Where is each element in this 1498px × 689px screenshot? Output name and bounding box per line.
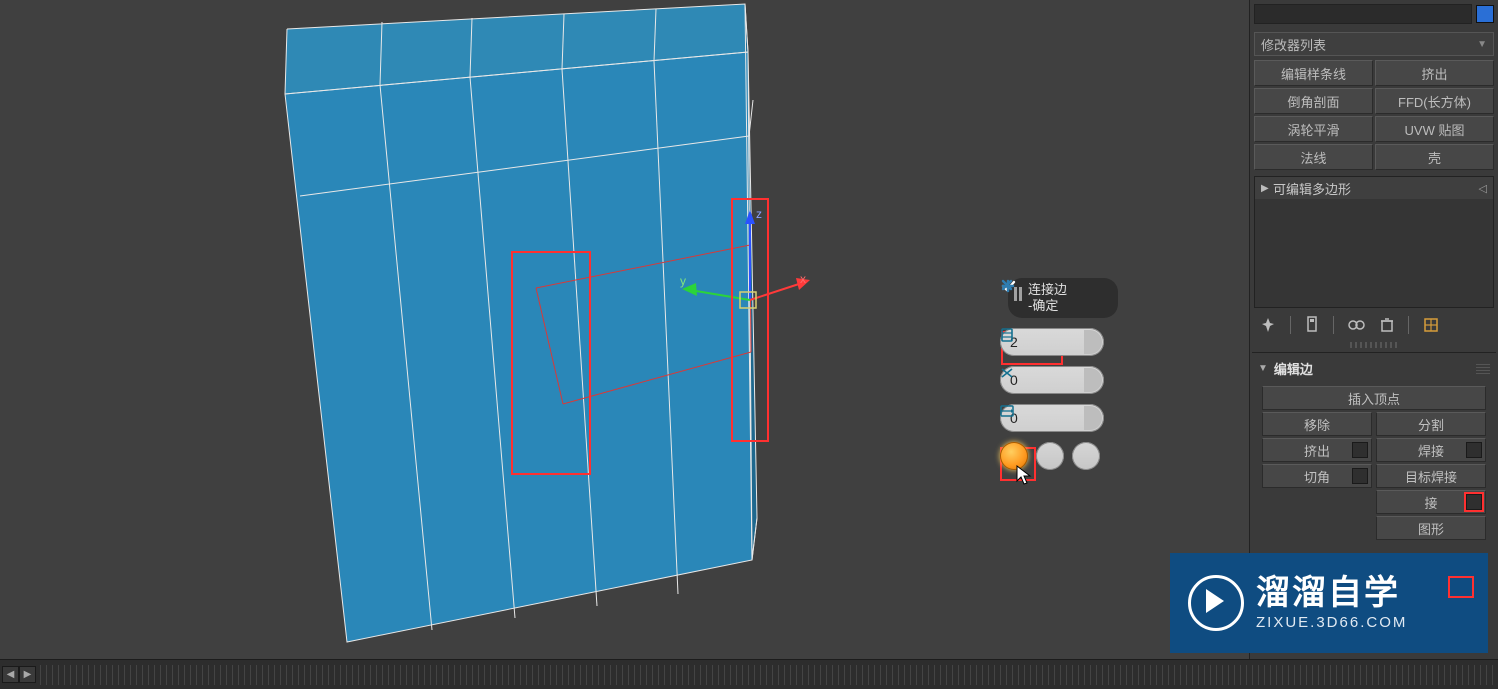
spinner-arrows[interactable] <box>1084 368 1102 392</box>
time-ticks <box>40 665 1494 685</box>
quick-shell[interactable]: 壳 <box>1375 144 1494 170</box>
split-button[interactable]: 分割 <box>1376 412 1486 436</box>
connect-settings-icon[interactable] <box>1466 494 1482 510</box>
show-end-result-icon[interactable] <box>1305 316 1319 334</box>
quick-edit-spline[interactable]: 编辑样条线 <box>1254 60 1373 86</box>
caddy-cancel-button[interactable] <box>1072 442 1100 470</box>
weld-settings-icon[interactable] <box>1466 442 1482 458</box>
caddy-apply-button[interactable] <box>1036 442 1064 470</box>
stack-item-editable-poly[interactable]: ▶ 可编辑多边形 ◁ <box>1255 177 1493 199</box>
pinch-icon <box>1000 366 1014 380</box>
stack-toolbar <box>1250 308 1498 340</box>
spinner-arrows[interactable] <box>1084 406 1102 430</box>
extrude-button[interactable]: 挤出 <box>1262 438 1372 462</box>
object-color-swatch[interactable] <box>1476 5 1494 23</box>
modifier-list-label: 修改器列表 <box>1261 35 1326 54</box>
extrude-settings-icon[interactable] <box>1352 442 1368 458</box>
rollout-header[interactable]: ▼ 编辑边 <box>1252 353 1496 384</box>
modify-panel: 修改器列表 ▼ 编辑样条线 挤出 倒角剖面 FFD(长方体) 涡轮平滑 UVW … <box>1249 0 1498 660</box>
pinch-spinner[interactable]: 0 <box>1000 366 1104 394</box>
object-name-field[interactable] <box>1254 4 1472 24</box>
create-shape-button-partial[interactable]: 图形 <box>1376 516 1486 540</box>
caddy-title-line2: -确定 <box>1028 298 1112 314</box>
scroll-right-icon[interactable]: ▶ <box>19 666 36 683</box>
caddy-title-line1: 连接边 <box>1028 282 1112 298</box>
chamfer-button[interactable]: 切角 <box>1262 464 1372 488</box>
gizmo-label-x: x <box>800 272 806 286</box>
modifier-list-dropdown[interactable]: 修改器列表 ▼ <box>1254 32 1494 56</box>
connect-edges-caddy: 连接边 -确定 2 0 0 <box>1000 278 1110 470</box>
remove-button[interactable]: 移除 <box>1262 412 1372 436</box>
stack-item-label: 可编辑多边形 <box>1273 179 1351 198</box>
close-icon <box>1000 278 1014 292</box>
modifier-stack[interactable]: ▶ 可编辑多边形 ◁ <box>1254 176 1494 308</box>
make-unique-icon[interactable] <box>1348 317 1366 333</box>
gizmo-label-y: y <box>680 274 686 288</box>
box-object[interactable] <box>285 4 757 642</box>
weld-button[interactable]: 焊接 <box>1376 438 1486 462</box>
quick-turbosmooth[interactable]: 涡轮平滑 <box>1254 116 1373 142</box>
chamfer-settings-icon[interactable] <box>1352 468 1368 484</box>
edit-edges-rollout: ▼ 编辑边 插入顶点 移除 分割 挤出 焊接 切角 <box>1252 352 1496 540</box>
caddy-ok-button[interactable] <box>1000 442 1028 470</box>
configure-icon[interactable] <box>1423 317 1439 333</box>
target-weld-button[interactable]: 目标焊接 <box>1376 464 1486 488</box>
rollout-title: 编辑边 <box>1274 359 1313 378</box>
quick-chamfer-profile[interactable]: 倒角剖面 <box>1254 88 1373 114</box>
slide-spinner[interactable]: 0 <box>1000 404 1104 432</box>
quick-ffd-box[interactable]: FFD(长方体) <box>1375 88 1494 114</box>
segments-spinner[interactable]: 2 <box>1000 328 1104 356</box>
segments-icon <box>1000 328 1014 342</box>
insert-vertex-button[interactable]: 插入顶点 <box>1262 386 1486 410</box>
scroll-left-icon[interactable]: ◀ <box>2 666 19 683</box>
quick-normal[interactable]: 法线 <box>1254 144 1373 170</box>
stack-end-icon: ◁ <box>1479 182 1487 195</box>
spinner-arrows[interactable] <box>1084 330 1102 354</box>
expand-icon: ▶ <box>1261 183 1273 194</box>
gizmo-label-z: z <box>756 207 762 221</box>
connect-button-partial[interactable]: 接 <box>1376 490 1486 514</box>
pin-icon[interactable] <box>1260 317 1276 333</box>
caddy-title[interactable]: 连接边 -确定 <box>1008 278 1118 318</box>
chevron-down-icon: ▼ <box>1477 39 1487 50</box>
slide-icon <box>1000 404 1014 418</box>
viewport[interactable]: x y z 连接边 -确定 2 0 <box>0 0 1228 660</box>
rollout-grip-icon <box>1476 364 1490 374</box>
time-slider-strip[interactable]: ◀ ▶ <box>0 659 1498 689</box>
remove-modifier-icon[interactable] <box>1380 317 1394 333</box>
quick-extrude[interactable]: 挤出 <box>1375 60 1494 86</box>
panel-grip[interactable] <box>1350 342 1398 348</box>
collapse-icon: ▼ <box>1258 363 1268 374</box>
quick-uvw-map[interactable]: UVW 贴图 <box>1375 116 1494 142</box>
